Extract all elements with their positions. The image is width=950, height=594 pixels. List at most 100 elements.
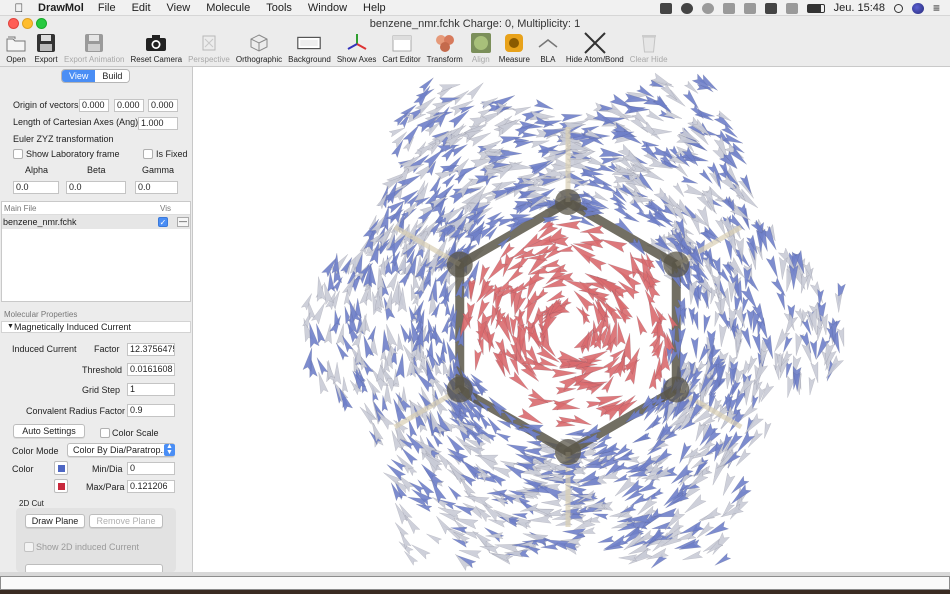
dia-current-arrow	[302, 347, 313, 372]
minimize-window-button[interactable]	[22, 18, 33, 29]
gamma-field[interactable]: 0.0	[135, 181, 178, 194]
color-mode-select[interactable]: Color By Dia/Paratrop...	[67, 443, 175, 457]
dia-current-arrow	[341, 376, 349, 394]
perspective-tool[interactable]: Perspective	[188, 31, 230, 64]
export-animation-tool[interactable]: Export Animation	[64, 31, 124, 64]
timemachine-icon[interactable]	[722, 2, 735, 14]
apple-icon[interactable]: 	[12, 1, 26, 15]
show-2d-label: Show 2D induced Current	[36, 542, 140, 552]
para-color-swatch[interactable]	[54, 479, 68, 493]
clear-hide-tool[interactable]: Clear Hide	[630, 31, 668, 64]
notification-list-icon[interactable]: ≡	[933, 1, 940, 15]
origin-z-field[interactable]: 0.000	[148, 99, 178, 112]
orthographic-tool[interactable]: Orthographic	[236, 31, 282, 64]
bla-icon	[536, 31, 560, 55]
covalent-radius-field[interactable]: 0.9	[127, 404, 175, 417]
hide-atom-bond-tool[interactable]: Hide Atom/Bond	[566, 31, 624, 64]
dia-current-arrow	[597, 535, 615, 543]
axes-length-label: Length of Cartesian Axes (Ang)	[13, 117, 139, 127]
align-tool[interactable]: Align	[469, 31, 493, 64]
color-scale-checkbox[interactable]	[100, 428, 110, 438]
menu-window[interactable]: Window	[308, 2, 347, 14]
info-icon[interactable]	[680, 2, 693, 14]
show-lab-frame-checkbox[interactable]	[13, 149, 23, 159]
transform-icon	[433, 31, 457, 55]
dia-current-arrow	[448, 485, 462, 501]
open-tool[interactable]: Open	[4, 31, 28, 64]
axes-length-field[interactable]: 1.000	[138, 117, 178, 130]
dia-current-arrow	[786, 361, 793, 379]
molecule-viewport[interactable]	[193, 67, 950, 572]
beta-field[interactable]: 0.0	[66, 181, 126, 194]
menu-tools[interactable]: Tools	[266, 2, 292, 14]
menu-molecule[interactable]: Molecule	[206, 2, 250, 14]
dia-current-arrow	[431, 432, 444, 448]
remove-plane-button[interactable]: Remove Plane	[89, 514, 163, 528]
export-tool[interactable]: Export	[34, 31, 58, 64]
file-list-header: Main File Vis	[2, 202, 190, 215]
command-input[interactable]	[0, 576, 950, 590]
show-2d-checkbox[interactable]	[24, 542, 34, 552]
cloud-icon[interactable]	[701, 2, 714, 14]
airplay-icon[interactable]	[785, 2, 798, 14]
threshold-field[interactable]: 0.0161608	[127, 363, 175, 376]
integrate-button-clipped[interactable]	[25, 564, 163, 572]
factor-field[interactable]: 12.3756475	[127, 343, 175, 356]
editor-icon	[390, 31, 414, 55]
para-current-arrow	[565, 280, 594, 295]
draw-plane-button[interactable]: Draw Plane	[25, 514, 85, 528]
dia-current-arrow	[680, 175, 698, 184]
dia-color-swatch[interactable]	[54, 461, 68, 475]
dia-current-arrow	[682, 89, 699, 109]
siri-icon[interactable]	[911, 2, 924, 14]
ring-current-arrow	[688, 306, 696, 326]
window-title: benzene_nmr.fchk	[369, 17, 460, 30]
dia-current-arrow	[396, 333, 404, 352]
dia-current-arrow	[751, 332, 761, 355]
clock[interactable]: Jeu. 15:48	[834, 2, 885, 14]
zoom-window-button[interactable]	[36, 18, 47, 29]
search-icon[interactable]	[893, 3, 903, 13]
bluetooth-icon[interactable]	[743, 2, 756, 14]
current-density-plot[interactable]	[193, 67, 950, 572]
menu-file[interactable]: File	[98, 2, 116, 14]
wifi-icon[interactable]	[764, 2, 777, 14]
max-para-field[interactable]: 0.121206	[127, 480, 175, 493]
reset-camera-tool[interactable]: Reset Camera	[130, 31, 182, 64]
close-window-button[interactable]	[8, 18, 19, 29]
menu-view[interactable]: View	[167, 2, 191, 14]
bla-tool[interactable]: BLA	[536, 31, 560, 64]
chevron-updown-icon[interactable]: ▲ ▼	[164, 443, 175, 456]
floppy-icon	[82, 31, 106, 55]
carbon-atom	[446, 376, 473, 403]
min-dia-field[interactable]: 0	[127, 462, 175, 475]
transform-tool[interactable]: Transform	[427, 31, 463, 64]
auto-settings-button[interactable]: Auto Settings	[13, 424, 85, 438]
cart-editor-tool[interactable]: Cart Editor	[382, 31, 421, 64]
battery-icon[interactable]	[806, 3, 825, 13]
menu-help[interactable]: Help	[363, 2, 386, 14]
is-fixed-checkbox[interactable]	[143, 149, 153, 159]
para-current-arrow	[536, 312, 544, 332]
list-item[interactable]: benzene_nmr.fchk ✓ —	[2, 215, 190, 229]
transform-label: Transform	[426, 55, 463, 64]
background-tool[interactable]: Background	[288, 31, 331, 64]
grid-step-field[interactable]: 1	[127, 383, 175, 396]
menu-edit[interactable]: Edit	[132, 2, 151, 14]
app-menu[interactable]: DrawMol	[38, 2, 84, 14]
origin-y-field[interactable]: 0.000	[114, 99, 144, 112]
mic-section-header[interactable]: ▼ Magnetically Induced Current	[1, 321, 191, 333]
dropbox-icon[interactable]	[659, 2, 672, 14]
show-axes-tool[interactable]: Show Axes	[337, 31, 376, 64]
tab-view[interactable]: View	[62, 70, 96, 82]
alpha-field[interactable]: 0.0	[13, 181, 59, 194]
dia-current-arrow	[466, 82, 484, 101]
origin-x-field[interactable]: 0.000	[79, 99, 109, 112]
color-mode-label: Color Mode	[12, 446, 59, 456]
file-remove-button[interactable]: —	[177, 217, 189, 227]
measure-tool[interactable]: Measure	[499, 31, 530, 64]
tab-build[interactable]: Build	[95, 70, 130, 82]
align-icon	[469, 31, 493, 55]
charge-label: Charge:	[462, 17, 502, 30]
file-visible-checkbox[interactable]: ✓	[158, 217, 168, 227]
